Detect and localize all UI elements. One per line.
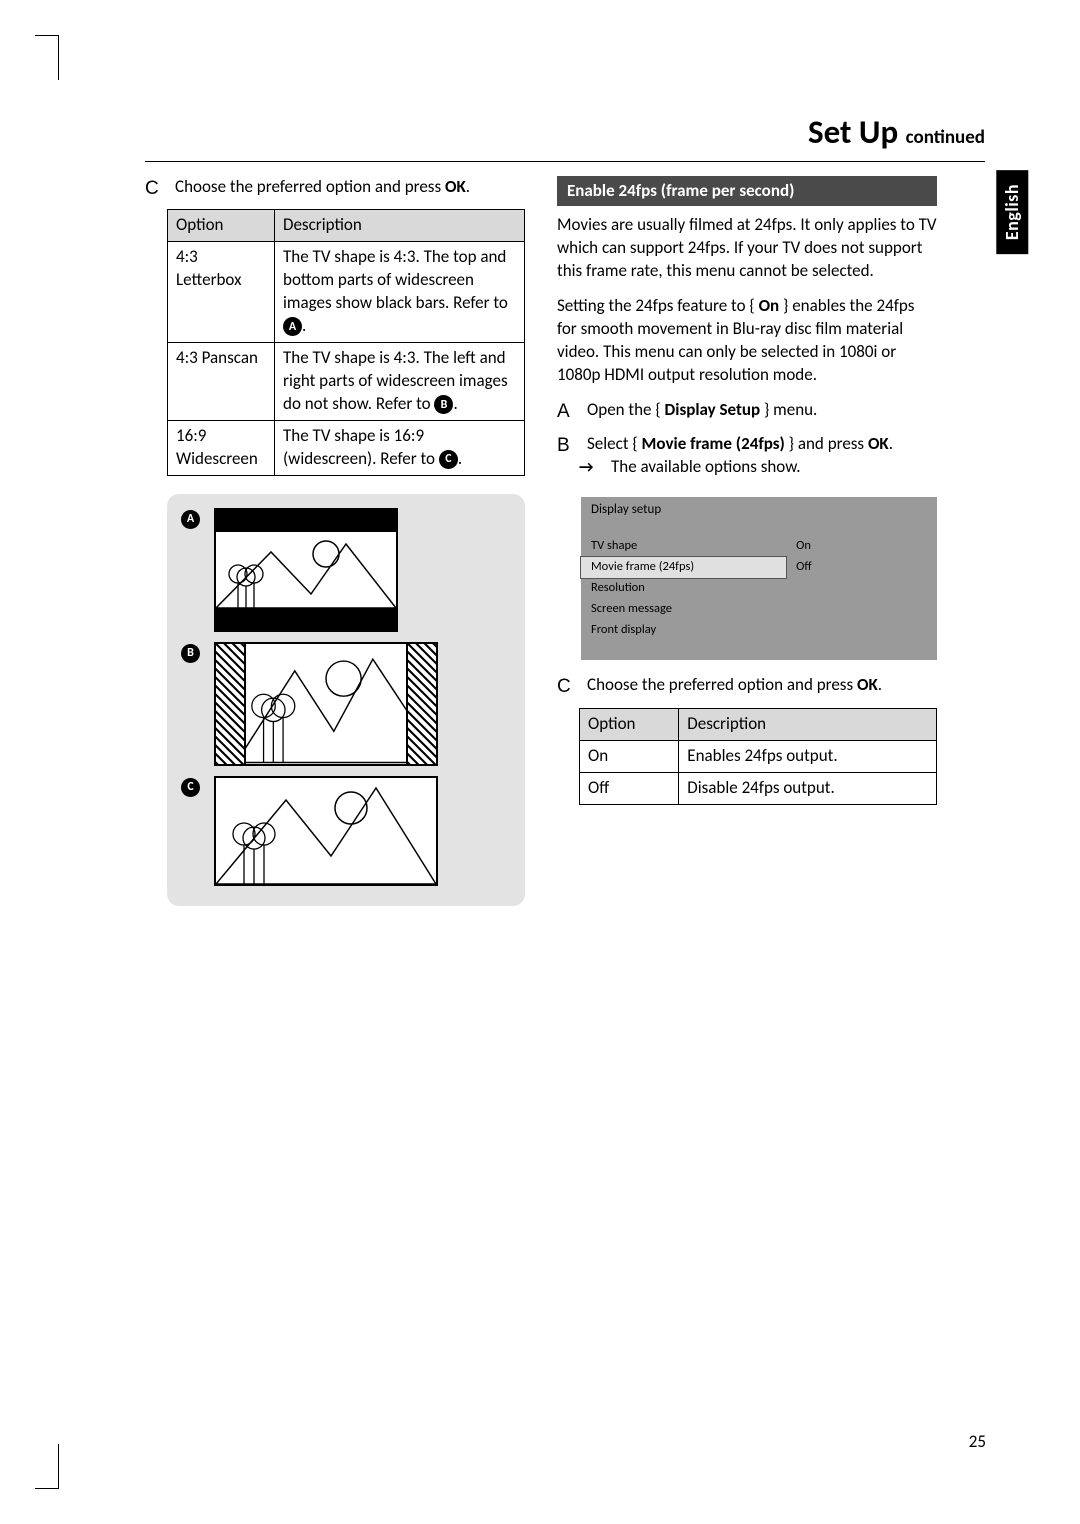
scene-drawing	[246, 644, 406, 764]
cell-desc: Enables 24fps output.	[679, 741, 937, 773]
step-letter: C	[557, 674, 577, 700]
step-c: C Choose the preferred option and press …	[145, 176, 525, 202]
cell-option: Off	[580, 773, 679, 805]
cell-desc: Disable 24fps output.	[679, 773, 937, 805]
sub-step: →The available options show.	[587, 456, 937, 479]
illustration-panscan	[214, 642, 438, 766]
illustration-panel: A	[167, 494, 525, 906]
table-row: Off Disable 24fps output.	[580, 773, 937, 805]
crop-mark-top-left	[58, 36, 83, 80]
page-number: 25	[969, 1431, 986, 1454]
scene-drawing	[216, 778, 436, 884]
illustration-widescreen	[214, 776, 438, 886]
cell-option: 4:3 Panscan	[168, 342, 275, 420]
heading-continued: continued	[906, 126, 985, 149]
ref-c-icon: C	[439, 450, 458, 469]
label-c-icon: C	[181, 778, 200, 797]
cell-desc: The TV shape is 4:3. The top and bottom …	[275, 242, 525, 343]
arrow-icon: →	[595, 457, 611, 479]
ref-a-icon: A	[283, 317, 302, 336]
osd-item: Screen message	[581, 599, 786, 620]
scene-drawing	[216, 532, 396, 608]
col-description: Description	[275, 210, 525, 242]
table-row: 4:3 Panscan The TV shape is 4:3. The lef…	[168, 342, 525, 420]
heading-main: Set Up	[808, 112, 898, 152]
osd-item-selected: Movie frame (24fps)	[581, 557, 786, 578]
section-header-24fps: Enable 24fps (frame per second)	[557, 176, 937, 207]
paragraph: Setting the 24fps feature to { On } enab…	[557, 295, 937, 387]
left-column: C Choose the preferred option and press …	[145, 176, 525, 906]
step-text: Select { Movie frame (24fps) } and press…	[587, 433, 937, 487]
cell-option: 4:3 Letterbox	[168, 242, 275, 343]
osd-item: Front display	[581, 620, 786, 641]
step-letter: B	[557, 433, 577, 487]
step-text: Choose the preferred option and press OK…	[175, 176, 525, 202]
manual-page: Set Up continued English C Choose the pr…	[0, 0, 1080, 1524]
language-tab: English	[996, 170, 1028, 254]
right-column: Enable 24fps (frame per second) Movies a…	[557, 176, 937, 906]
cell-desc: The TV shape is 16:9 (widescreen). Refer…	[275, 420, 525, 475]
col-option: Option	[580, 709, 679, 741]
osd-title: Display setup	[581, 497, 937, 537]
cell-option: 16:9 Widescreen	[168, 420, 275, 475]
step-letter: A	[557, 399, 577, 425]
osd-option: Off	[786, 557, 937, 578]
osd-item: TV shape	[581, 536, 786, 557]
step-b: B Select { Movie frame (24fps) } and pre…	[557, 433, 937, 487]
ref-b-icon: B	[434, 395, 453, 414]
osd-option: On	[786, 536, 937, 557]
col-description: Description	[679, 709, 937, 741]
osd-item: Resolution	[581, 578, 786, 599]
crop-mark-bottom-left	[58, 1444, 83, 1488]
step-text: Open the { Display Setup } menu.	[587, 399, 937, 425]
step-c: C Choose the preferred option and press …	[557, 674, 937, 700]
col-option: Option	[168, 210, 275, 242]
step-letter: C	[145, 176, 165, 202]
table-row: 4:3 Letterbox The TV shape is 4:3. The t…	[168, 242, 525, 343]
page-heading: Set Up continued	[145, 110, 985, 162]
osd-screenshot: Display setup TV shapeOn Movie frame (24…	[581, 497, 937, 661]
step-text: Choose the preferred option and press OK…	[587, 674, 937, 700]
illustration-letterbox	[214, 508, 398, 632]
step-a: A Open the { Display Setup } menu.	[557, 399, 937, 425]
paragraph: Movies are usually filmed at 24fps. It o…	[557, 214, 937, 283]
tv-shape-table: Option Description 4:3 Letterbox The TV …	[167, 209, 525, 475]
cell-option: On	[580, 741, 679, 773]
cell-desc: The TV shape is 4:3. The left and right …	[275, 342, 525, 420]
label-a-icon: A	[181, 510, 200, 529]
label-b-icon: B	[181, 644, 200, 663]
table-row: 16:9 Widescreen The TV shape is 16:9 (wi…	[168, 420, 525, 475]
table-row: On Enables 24fps output.	[580, 741, 937, 773]
24fps-option-table: Option Description On Enables 24fps outp…	[579, 708, 937, 805]
